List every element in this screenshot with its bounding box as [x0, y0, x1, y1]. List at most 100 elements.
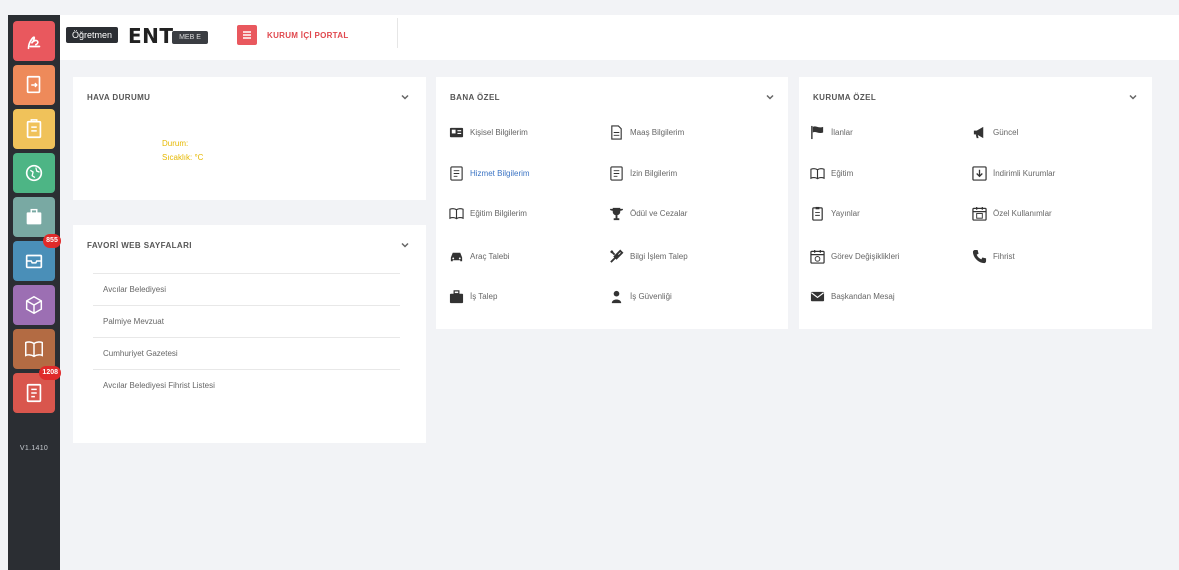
- book-icon: [25, 341, 43, 358]
- inbox-count-badge: 855: [43, 234, 61, 248]
- inbox-icon: [25, 254, 43, 269]
- link-label: Hizmet Bilgilerim: [470, 168, 530, 178]
- chevron-down-icon[interactable]: [765, 92, 775, 102]
- weather-temperature: Sıcaklık: °C: [162, 153, 204, 162]
- phone-icon: [972, 249, 987, 263]
- link-awards[interactable]: Ödül ve Cezalar: [609, 204, 687, 222]
- chevron-down-icon[interactable]: [400, 92, 410, 102]
- book-icon: [449, 207, 464, 219]
- favorite-link[interactable]: Avcılar Belediyesi Fihrist Listesi: [93, 369, 400, 401]
- sidebar-report-button[interactable]: 1208: [13, 366, 61, 413]
- link-publications[interactable]: Yayınlar: [810, 204, 860, 222]
- sidebar-briefcase-button[interactable]: [13, 197, 55, 237]
- link-label: Kişisel Bilgilerim: [470, 127, 528, 137]
- favorites-title: FAVORİ WEB SAYFALARI: [87, 241, 192, 250]
- download-icon: [972, 165, 987, 181]
- briefcase-icon: [449, 289, 464, 303]
- sidebar-globe-button[interactable]: [13, 153, 55, 193]
- list-document-icon: [610, 165, 623, 181]
- sidebar-documents-button[interactable]: [13, 65, 55, 105]
- flag-icon: [811, 125, 824, 139]
- link-label: Eğitim Bilgilerim: [470, 208, 527, 218]
- weather-status: Durum:: [162, 139, 189, 148]
- report-icon: [26, 383, 42, 403]
- brand-title[interactable]: ENT: [128, 24, 174, 48]
- link-label: Güncel: [993, 127, 1019, 137]
- personal-title: BANA ÖZEL: [450, 93, 500, 102]
- clipboard-icon: [26, 119, 42, 139]
- weather-title: HAVA DURUMU: [87, 93, 151, 102]
- signature-icon: [27, 36, 41, 50]
- list-document-icon: [450, 165, 463, 181]
- link-salary-info[interactable]: Maaş Bilgilerim: [609, 123, 684, 141]
- link-special-uses[interactable]: Özel Kullanımlar: [972, 204, 1052, 222]
- link-label: Başkandan Mesaj: [831, 291, 895, 301]
- book-icon: [810, 167, 825, 179]
- link-label: İzin Bilgilerim: [630, 168, 678, 178]
- link-label: İndirimli Kurumlar: [993, 168, 1056, 178]
- car-icon: [450, 252, 463, 261]
- link-label: İş Talep: [470, 291, 498, 301]
- favorite-link[interactable]: Palmiye Mevzuat: [93, 305, 400, 337]
- link-announcements[interactable]: İlanlar: [810, 123, 853, 141]
- link-vehicle-request[interactable]: Araç Talebi: [449, 247, 509, 265]
- chevron-down-icon[interactable]: [1128, 92, 1138, 102]
- institution-title: KURUMA ÖZEL: [813, 93, 877, 102]
- report-count-badge: 1208: [39, 366, 61, 380]
- link-leave-info[interactable]: İzin Bilgilerim: [609, 164, 677, 182]
- link-president-message[interactable]: Başkandan Mesaj: [810, 287, 895, 305]
- link-discounts[interactable]: İndirimli Kurumlar: [972, 164, 1055, 182]
- favorite-link[interactable]: Avcılar Belediyesi: [93, 273, 400, 305]
- favorites-list: Avcılar Belediyesi Palmiye Mevzuat Cumhu…: [93, 273, 400, 401]
- weather-card: HAVA DURUMU Durum: Sıcaklık: °C: [73, 77, 426, 200]
- link-duty-changes[interactable]: Görev Değişiklikleri: [810, 247, 899, 265]
- sidebar-cube-button[interactable]: [13, 285, 55, 325]
- top-header: [60, 15, 1179, 60]
- sidebar-inbox-button[interactable]: 855: [13, 234, 61, 281]
- link-label: Görev Değişiklikleri: [831, 251, 900, 261]
- link-directory[interactable]: Fihrist: [972, 247, 1015, 265]
- user-role-tooltip: Öğretmen: [66, 27, 119, 43]
- link-label: Özel Kullanımlar: [993, 208, 1052, 218]
- document-arrow-icon: [26, 75, 41, 94]
- id-card-icon: [449, 127, 464, 137]
- institution-card: KURUMA ÖZEL İlanlar Güncel Eğitim İndiri…: [799, 77, 1152, 329]
- link-work-request[interactable]: İş Talep: [449, 287, 497, 305]
- link-label: Araç Talebi: [470, 251, 510, 261]
- link-service-info[interactable]: Hizmet Bilgilerim: [449, 164, 530, 182]
- envelope-icon: [810, 291, 825, 301]
- link-current-news[interactable]: Güncel: [972, 123, 1018, 141]
- link-personal-info[interactable]: Kişisel Bilgilerim: [449, 123, 528, 141]
- link-education-info[interactable]: Eğitim Bilgilerim: [449, 204, 527, 222]
- portal-label: KURUM İÇİ PORTAL: [267, 30, 349, 40]
- sidebar-book-button[interactable]: [13, 329, 55, 369]
- sidebar-signature-button[interactable]: [13, 21, 55, 61]
- link-label: Maaş Bilgilerim: [630, 127, 685, 137]
- chevron-down-icon[interactable]: [400, 240, 410, 250]
- sidebar-clipboard-button[interactable]: [13, 109, 55, 149]
- megaphone-icon: [973, 126, 984, 138]
- header-divider: [397, 18, 398, 48]
- link-label: Bilgi İşlem Talep: [630, 251, 688, 261]
- personal-card: BANA ÖZEL Kişisel Bilgilerim Maaş Bilgil…: [436, 77, 788, 329]
- link-education[interactable]: Eğitim: [810, 164, 853, 182]
- link-label: Fihrist: [993, 251, 1015, 261]
- globe-icon: [25, 164, 43, 182]
- briefcase-icon: [26, 208, 42, 225]
- cube-icon: [25, 295, 43, 315]
- trophy-icon: [609, 207, 624, 220]
- tools-icon: [610, 249, 624, 263]
- link-label: Yayınlar: [831, 208, 860, 218]
- user-icon: [611, 290, 622, 303]
- sidebar: 855 1208 V1.1410: [8, 15, 61, 570]
- link-it-request[interactable]: Bilgi İşlem Talep: [609, 247, 688, 265]
- link-label: Ödül ve Cezalar: [630, 208, 688, 218]
- link-work-safety[interactable]: İş Güvenliği: [609, 287, 672, 305]
- favorites-card: FAVORİ WEB SAYFALARI Avcılar Belediyesi …: [73, 225, 426, 443]
- brand-badge: MEB E: [172, 31, 208, 44]
- document-icon: [611, 124, 622, 140]
- portal-link[interactable]: KURUM İÇİ PORTAL: [237, 25, 349, 45]
- calendar-icon: [972, 206, 987, 221]
- link-label: İş Güvenliği: [630, 291, 672, 301]
- favorite-link[interactable]: Cumhuriyet Gazetesi: [93, 337, 400, 369]
